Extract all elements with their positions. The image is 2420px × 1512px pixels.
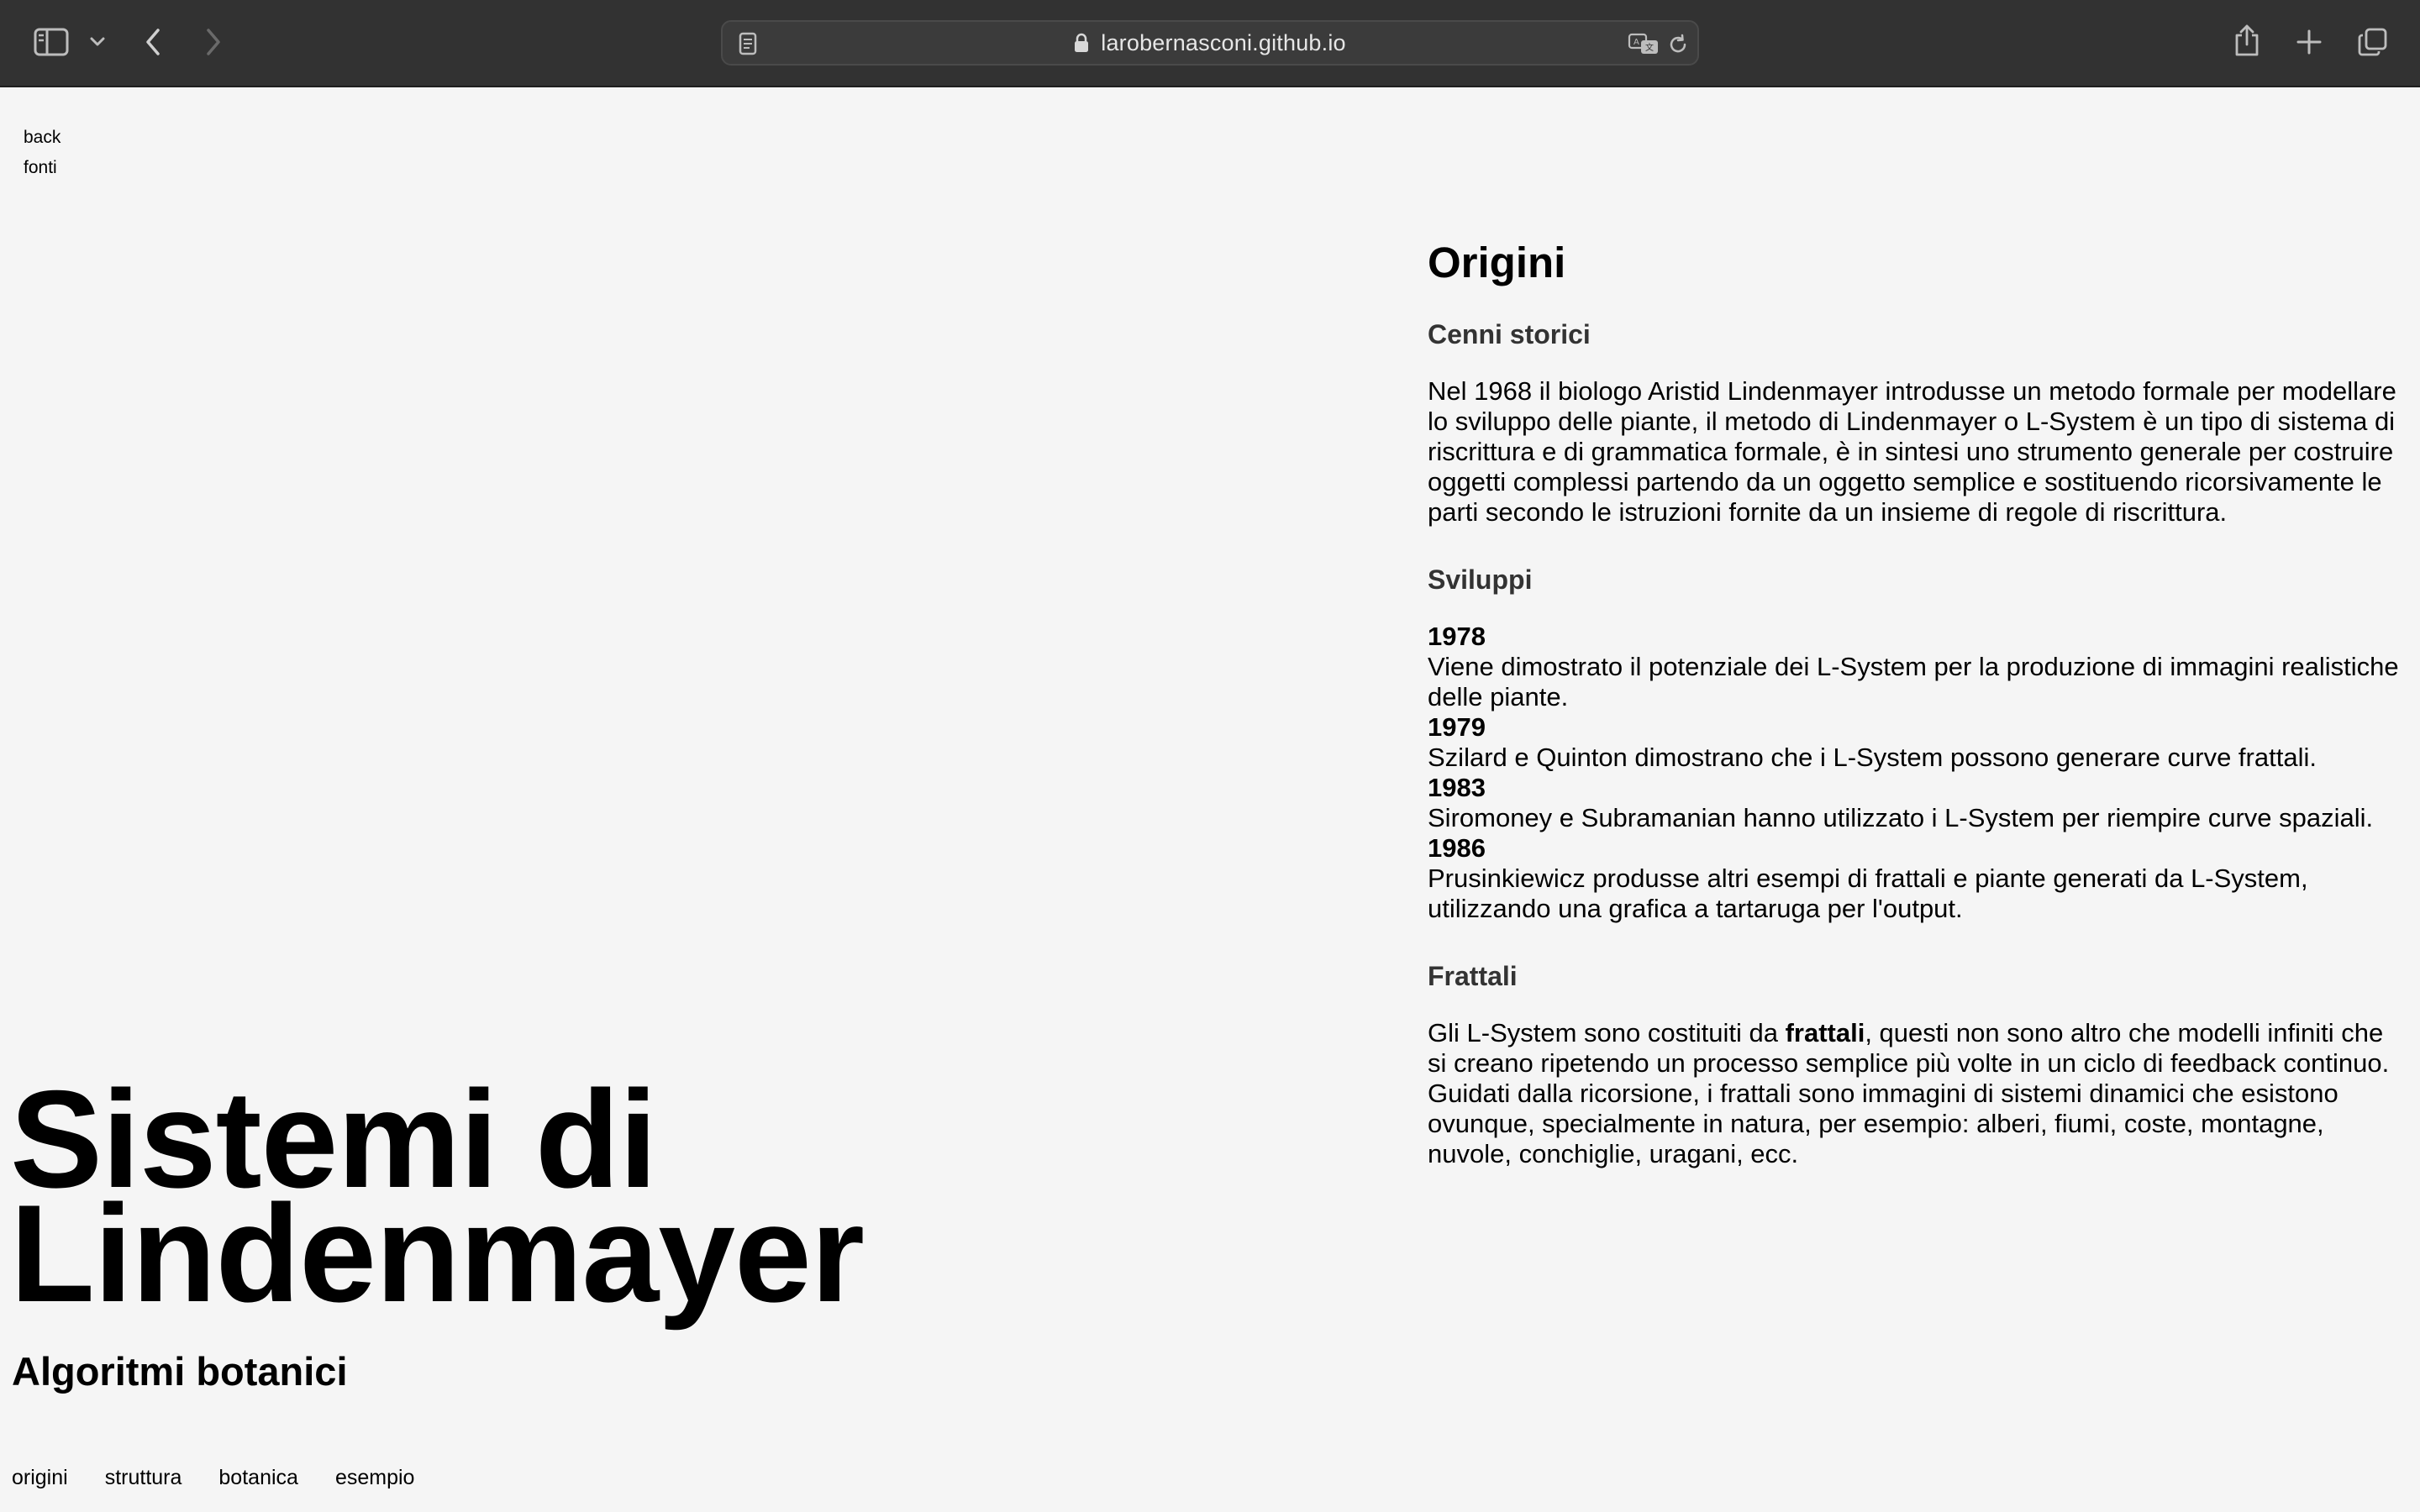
reload-icon[interactable] — [1665, 32, 1691, 57]
back-arrow-icon[interactable] — [141, 25, 165, 59]
svg-text:A: A — [1634, 38, 1639, 47]
timeline-event: Siromoney e Subramanian hanno utilizzato… — [1428, 803, 2374, 832]
timeline-year: 1986 — [1428, 833, 1486, 863]
content-section: Origini Cenni storici Nel 1968 il biolog… — [1428, 234, 2402, 1205]
chevron-down-icon[interactable] — [87, 32, 108, 52]
top-nav: back fonti — [24, 123, 60, 183]
timeline-event: Prusinkiewicz produsse altri esempi di f… — [1428, 864, 2308, 923]
nav-link-botanica[interactable]: botanica — [218, 1466, 298, 1490]
address-bar[interactable]: larobernasconi.github.io A 文 — [721, 20, 1699, 66]
back-link[interactable]: back — [24, 123, 60, 153]
svg-text:文: 文 — [1645, 42, 1654, 53]
browser-toolbar: larobernasconi.github.io A 文 — [0, 0, 2420, 87]
frattali-text: Gli L-System sono costituiti da frattali… — [1428, 1018, 2402, 1169]
timeline-year: 1978 — [1428, 622, 1486, 651]
lock-icon — [1074, 33, 1089, 53]
forward-arrow-icon[interactable] — [202, 25, 225, 59]
timeline-event: Viene dimostrato il potenziale dei L-Sys… — [1428, 652, 2399, 711]
hero-title: Sistemi di Lindenmayer — [10, 1062, 865, 1331]
sidebar-toggle-icon[interactable] — [32, 25, 71, 59]
share-icon[interactable] — [2232, 22, 2262, 59]
cenni-text: Nel 1968 il biologo Aristid Lindenmayer … — [1428, 376, 2396, 527]
timeline-year: 1979 — [1428, 712, 1486, 742]
fonti-link[interactable]: fonti — [24, 153, 60, 183]
nav-link-struttura[interactable]: struttura — [105, 1466, 182, 1490]
frattali-text-before: Gli L-System sono costituiti da — [1428, 1018, 1786, 1047]
section-heading: Origini — [1428, 239, 1566, 286]
cenni-heading: Cenni storici — [1428, 319, 1591, 349]
hero-subtitle: Algoritmi botanici — [12, 1349, 348, 1394]
nav-link-esempio[interactable]: esempio — [335, 1466, 415, 1490]
timeline-year: 1983 — [1428, 773, 1486, 802]
section-nav: origini struttura botanica esempio — [12, 1466, 414, 1490]
new-tab-plus-icon[interactable] — [2294, 27, 2324, 57]
frattali-bold-term: frattali — [1785, 1018, 1865, 1047]
tab-overview-icon[interactable] — [2356, 25, 2390, 59]
sviluppi-timeline: 1978 Viene dimostrato il potenziale dei … — [1428, 622, 2402, 924]
timeline-event: Szilard e Quinton dimostrano che i L-Sys… — [1428, 743, 2317, 772]
frattali-heading: Frattali — [1428, 961, 1518, 991]
translate-icon[interactable]: A 文 — [1627, 31, 1660, 56]
sviluppi-heading: Sviluppi — [1428, 564, 1533, 595]
url-text: larobernasconi.github.io — [1101, 29, 1346, 55]
nav-link-origini[interactable]: origini — [12, 1466, 68, 1490]
